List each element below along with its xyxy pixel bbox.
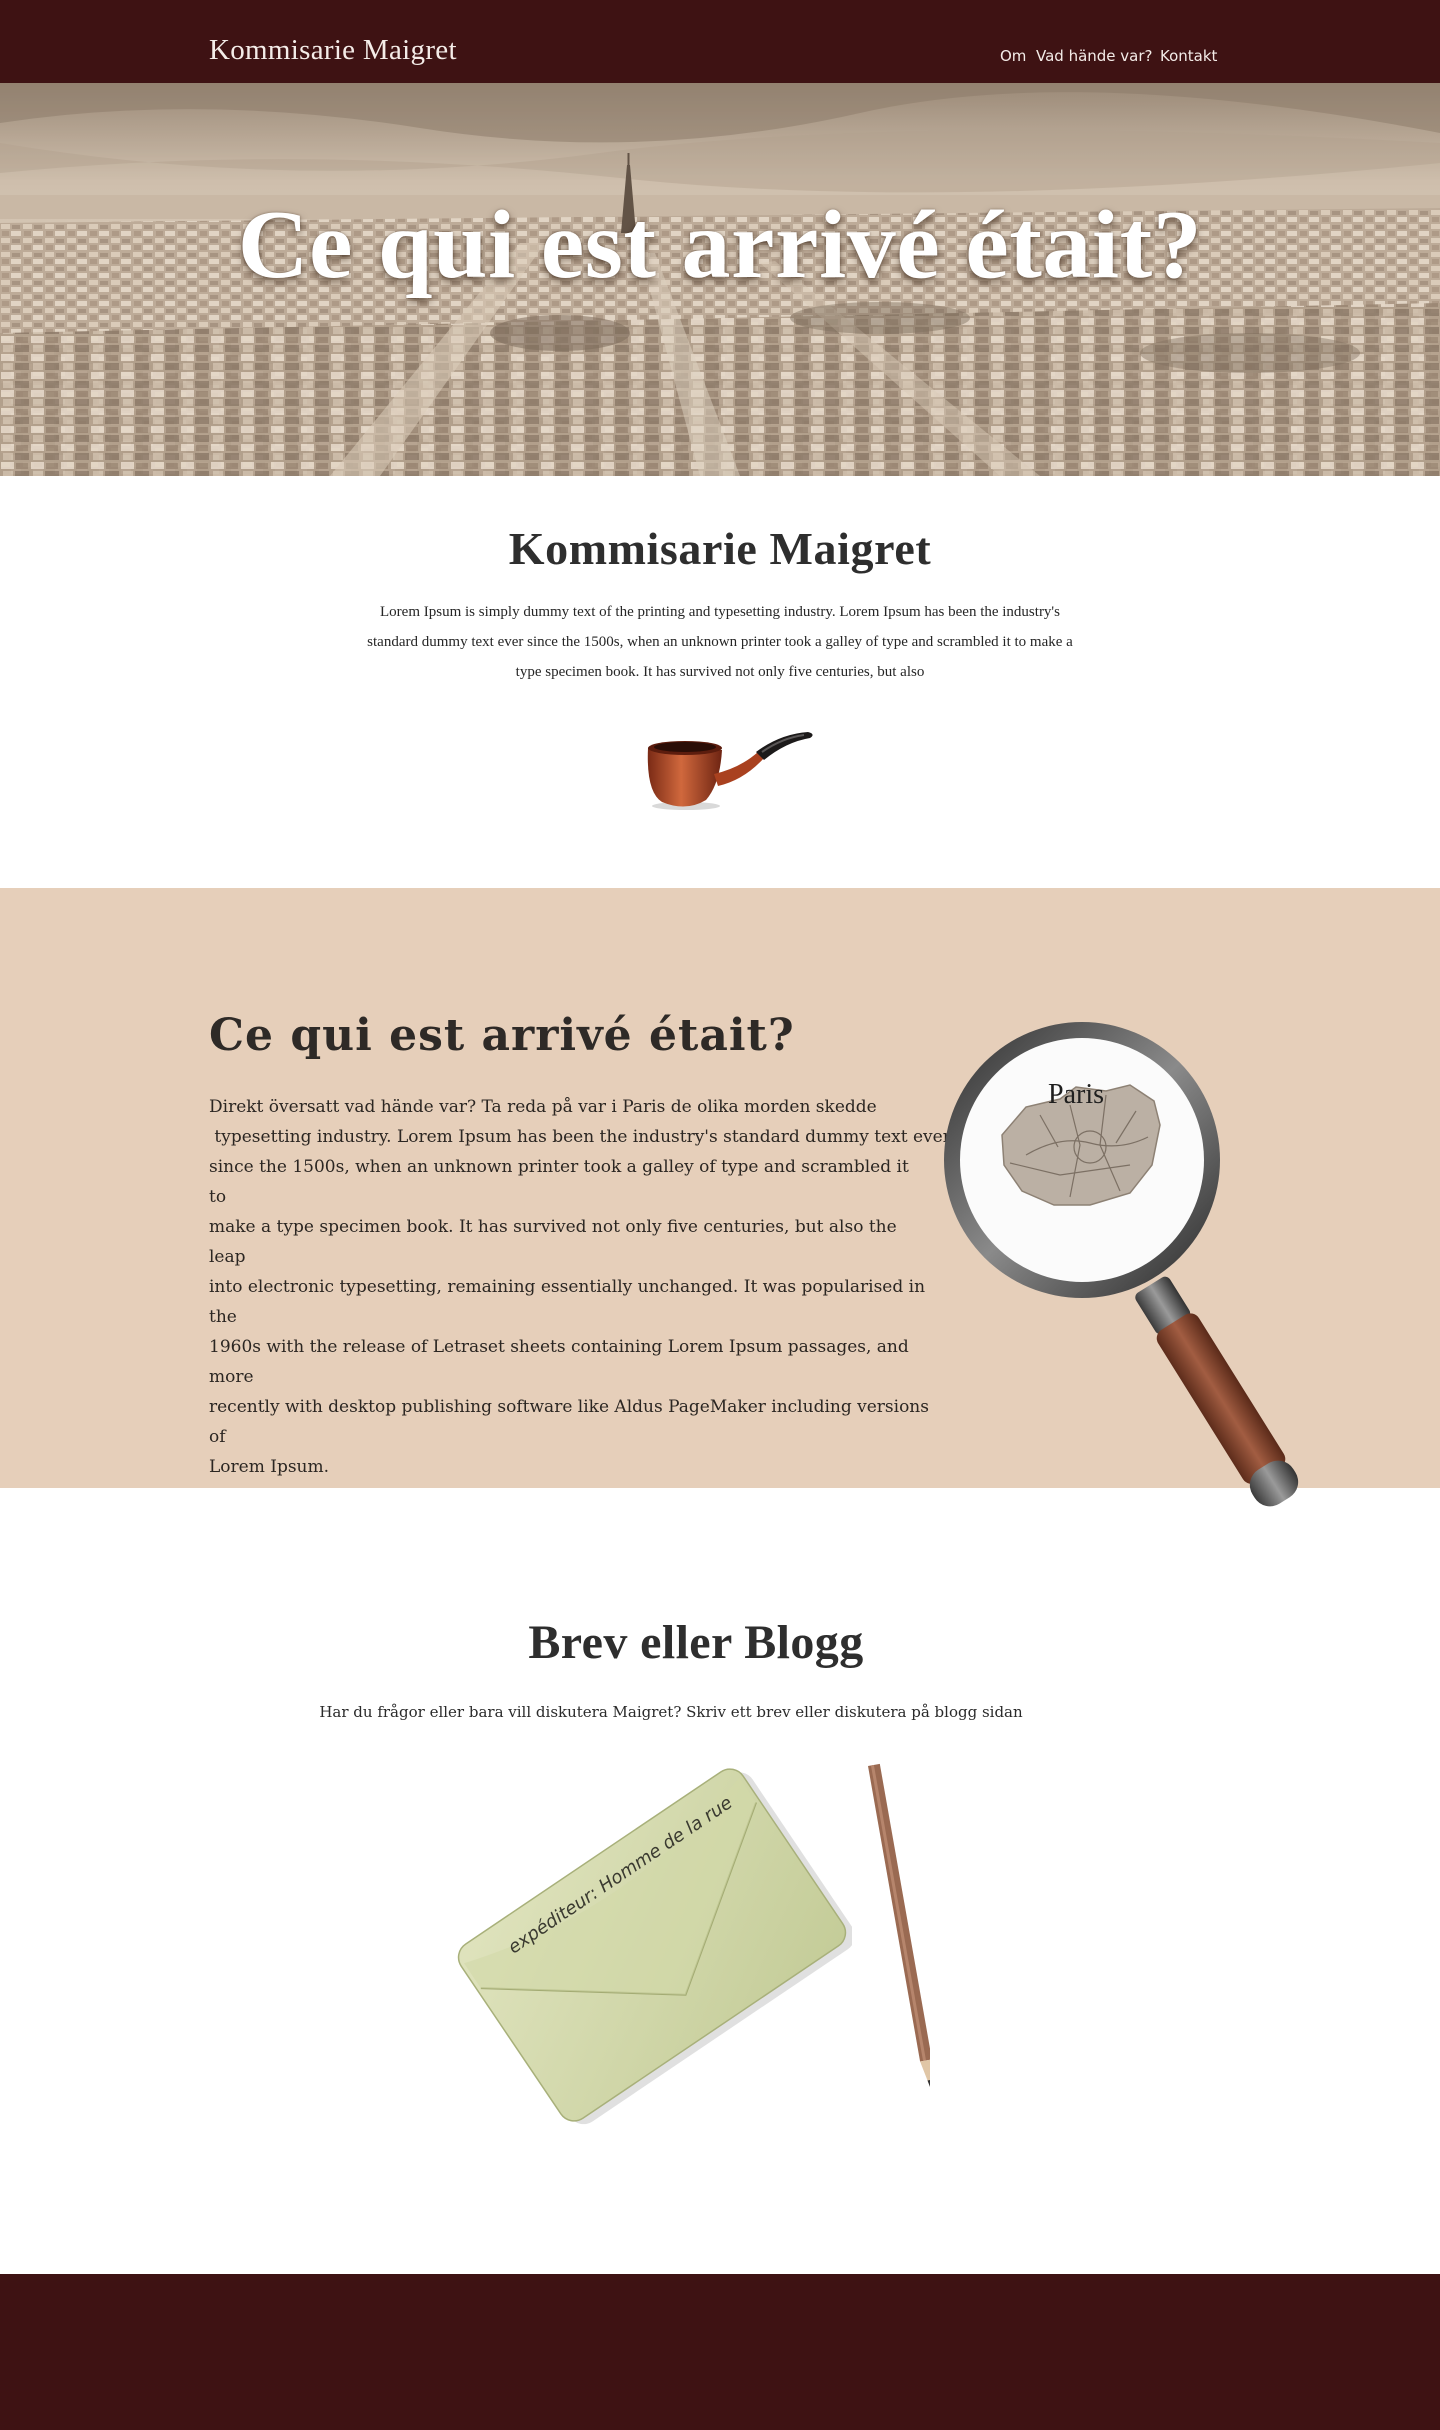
intro-line: standard dummy text ever since the 1500s… [367, 634, 1073, 650]
top-navbar: Kommisarie Maigret Om Vad hände var? Kon… [0, 0, 1440, 83]
intro-line: type specimen book. It has survived not … [515, 664, 925, 680]
map-label: Paris [1048, 1079, 1104, 1110]
story-line: Lorem Ipsum. [209, 1457, 330, 1477]
story-line: 1960s with the release of Letraset sheet… [209, 1337, 909, 1387]
intro-title: Kommisarie Maigret [508, 523, 932, 574]
story-line: since the 1500s, when an unknown printer… [209, 1157, 909, 1207]
envelope-image[interactable]: expéditeur: Homme de la rue [452, 1760, 852, 2130]
hero-banner: Ce qui est arrivé était? [0, 83, 1440, 476]
story-line: Direkt översatt vad hände var? Ta reda p… [209, 1097, 877, 1117]
story-line: make a type specimen book. It has surviv… [209, 1217, 897, 1267]
story-line: into electronic typesetting, remaining e… [209, 1277, 926, 1327]
intro-line: Lorem Ipsum is simply dummy text of the … [380, 604, 1060, 620]
story-text: Direkt översatt vad hände var? Ta reda p… [209, 1092, 951, 1482]
nav-link-om[interactable]: Om [1000, 47, 1026, 65]
blog-title: Brev eller Blogg [528, 1616, 864, 1669]
magnifier-map-image[interactable]: Paris [930, 1015, 1320, 1585]
story-line: recently with desktop publishing softwar… [209, 1397, 929, 1447]
hero-title: Ce qui est arrivé était? [237, 191, 1203, 299]
nav-link-vad-hande-var[interactable]: Vad hände var? [1036, 47, 1153, 65]
pencil-image[interactable] [850, 1762, 930, 2112]
site-brand[interactable]: Kommisarie Maigret [209, 34, 457, 67]
blog-text: Har du frågor eller bara vill diskutera … [319, 1703, 1023, 1721]
story-title: Ce qui est arrivé était? [209, 1010, 795, 1061]
nav-link-kontakt[interactable]: Kontakt [1160, 47, 1217, 65]
intro-text: Lorem Ipsum is simply dummy text of the … [320, 597, 1120, 687]
story-line: typesetting industry. Lorem Ipsum has be… [209, 1127, 951, 1147]
pipe-image [647, 732, 813, 810]
site-footer [0, 2274, 1440, 2430]
